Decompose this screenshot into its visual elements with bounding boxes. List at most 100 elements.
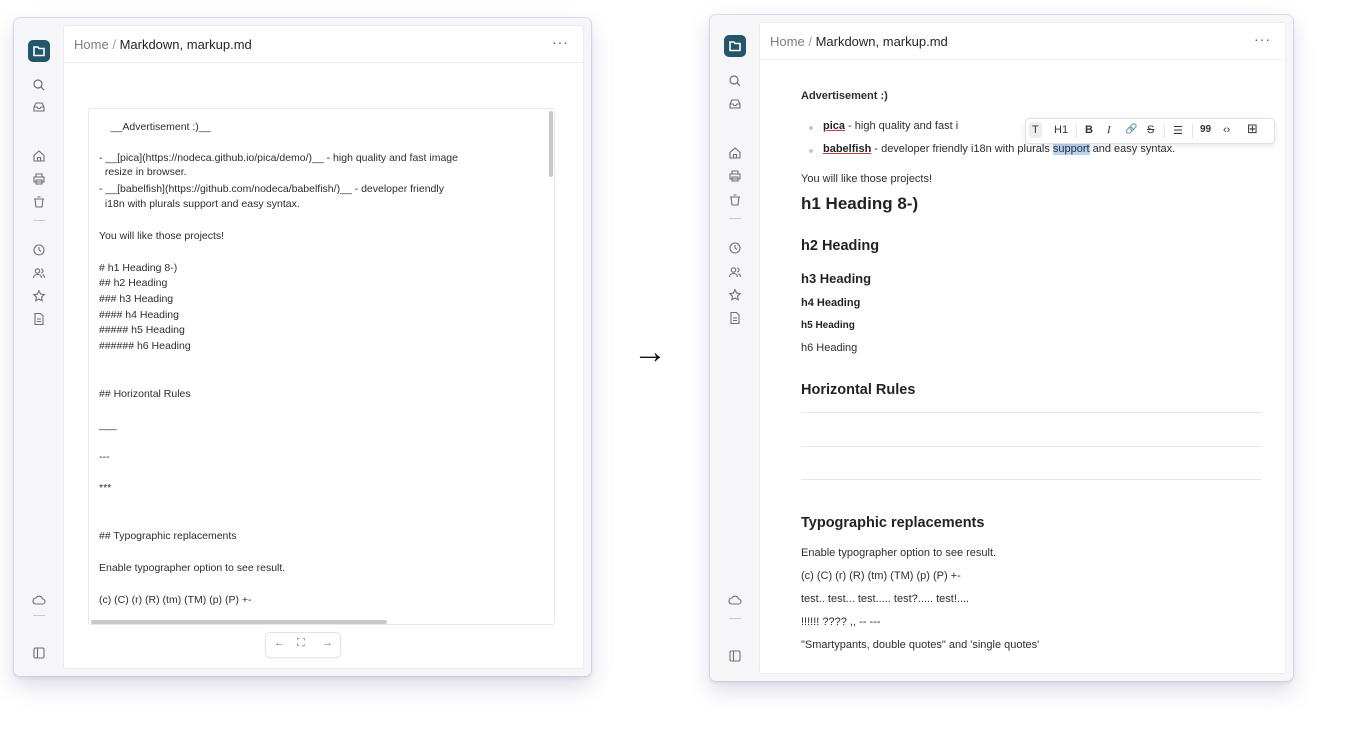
table-icon[interactable]: ⊞	[1247, 121, 1258, 137]
trash-icon[interactable]	[728, 193, 742, 207]
heading-h3: h3 Heading	[801, 271, 872, 286]
sidebar-divider	[729, 218, 741, 219]
list-item-pica: pica - high quality and fast i	[823, 120, 958, 132]
next-arrow-icon[interactable]: →	[322, 637, 333, 649]
source-line: # h1 Heading 8-)	[99, 262, 178, 274]
heading-typographic-replacements: Typographic replacements	[801, 515, 985, 531]
trash-icon[interactable]	[32, 195, 46, 209]
more-menu-icon[interactable]: ···	[552, 34, 569, 50]
toolbar-divider	[1164, 124, 1165, 138]
heading-h1: h1 Heading 8-)	[801, 194, 919, 213]
breadcrumb-home[interactable]: Home	[74, 37, 109, 52]
pica-description: - high quality and fast i	[845, 120, 959, 132]
advertisement-heading: Advertisement :)	[801, 90, 888, 102]
source-line: __Advertisement :)__	[99, 121, 211, 133]
babelfish-description: - developer friendly i18n with plurals	[871, 143, 1053, 155]
horizontal-scrollbar[interactable]	[91, 620, 387, 624]
bold-button[interactable]: B	[1085, 124, 1093, 136]
sidebar	[14, 18, 64, 676]
vertical-scrollbar[interactable]	[549, 111, 553, 177]
main-pane: Home / Markdown, markup.md ··· __Adverti…	[64, 26, 583, 668]
top-bar: Home / Markdown, markup.md ···	[760, 23, 1285, 60]
expand-icon[interactable]: ⛶	[297, 637, 305, 650]
selected-text: support	[1052, 143, 1090, 155]
document-icon[interactable]	[728, 311, 742, 325]
more-menu-icon[interactable]: ···	[1254, 31, 1271, 47]
top-bar: Home / Markdown, markup.md ···	[64, 26, 583, 63]
previous-arrow-icon[interactable]: ←	[274, 637, 285, 649]
inbox-icon[interactable]	[32, 100, 46, 114]
italic-button[interactable]: I	[1107, 124, 1111, 136]
list-bullet	[809, 149, 813, 153]
source-line: Enable typographer option to see result.	[99, 562, 286, 574]
heading-h2: h2 Heading	[801, 238, 880, 254]
paragraph: !!!!!! ???? ,, -- ---	[801, 616, 881, 628]
pager-controls: ← ⛶ →	[265, 632, 341, 658]
star-icon[interactable]	[728, 288, 742, 302]
inbox-icon[interactable]	[728, 97, 742, 111]
search-icon[interactable]	[32, 78, 46, 92]
search-icon[interactable]	[728, 74, 742, 88]
formatting-toolbar: T H1 B I 🔗 S ☰ 99 ‹› ⊞	[1025, 118, 1275, 144]
strikethrough-button[interactable]: S	[1147, 124, 1154, 136]
paragraph: You will like those projects!	[801, 173, 933, 185]
source-line: (c) (C) (r) (R) (tm) (TM) (p) (P) +-	[99, 594, 252, 606]
source-line: ##### h5 Heading	[99, 324, 185, 336]
heading-h5: h5 Heading	[801, 320, 855, 331]
app-logo[interactable]	[28, 40, 50, 62]
cloud-icon[interactable]	[32, 593, 46, 607]
source-line: i18n with plurals support and easy synta…	[99, 198, 300, 210]
print-icon[interactable]	[32, 172, 46, 186]
home-icon[interactable]	[32, 149, 46, 163]
markdown-source-editor[interactable]: __Advertisement :)__ - __[pica](https://…	[88, 108, 555, 625]
sidebar-divider-bottom	[729, 618, 741, 619]
transform-arrow-icon: →	[633, 333, 667, 371]
toolbar-divider	[1076, 124, 1077, 138]
print-icon[interactable]	[728, 169, 742, 183]
toolbar-divider	[1192, 124, 1193, 138]
list-item-babelfish: babelfish - developer friendly i18n with…	[823, 143, 1175, 155]
babelfish-link[interactable]: babelfish	[823, 143, 871, 155]
breadcrumb: Home / Markdown, markup.md	[74, 37, 252, 52]
pica-link[interactable]: pica	[823, 120, 845, 132]
source-line: You will like those projects!	[99, 230, 225, 242]
sidebar	[710, 15, 760, 681]
users-icon[interactable]	[32, 266, 46, 280]
sidebar-toggle-icon[interactable]	[32, 646, 46, 660]
sidebar-divider-bottom	[33, 615, 45, 616]
link-icon[interactable]: 🔗	[1125, 124, 1137, 135]
users-icon[interactable]	[728, 265, 742, 279]
star-icon[interactable]	[32, 289, 46, 303]
text-style-button[interactable]: T	[1029, 122, 1042, 138]
source-line: resize in browser.	[99, 166, 187, 178]
source-window: Home / Markdown, markup.md ··· __Adverti…	[14, 18, 591, 676]
source-line: ___	[99, 419, 117, 431]
horizontal-rule	[801, 412, 1261, 413]
sidebar-toggle-icon[interactable]	[728, 649, 742, 663]
source-line: #### h4 Heading	[99, 309, 179, 321]
heading-h6: h6 Heading	[801, 342, 858, 354]
source-line: ***	[99, 482, 112, 494]
paragraph: "Smartypants, double quotes" and 'single…	[801, 639, 1040, 651]
home-icon[interactable]	[728, 146, 742, 160]
heading-1-button[interactable]: H1	[1054, 124, 1068, 136]
app-logo[interactable]	[724, 35, 746, 57]
horizontal-rule	[801, 479, 1261, 480]
preview-window: Home / Markdown, markup.md ··· Advertise…	[710, 15, 1293, 681]
quote-icon[interactable]: 99	[1200, 124, 1211, 135]
cloud-icon[interactable]	[728, 593, 742, 607]
clock-icon[interactable]	[32, 243, 46, 257]
document-icon[interactable]	[32, 312, 46, 326]
clock-icon[interactable]	[728, 241, 742, 255]
source-line: ## h2 Heading	[99, 277, 168, 289]
breadcrumb-file[interactable]: Markdown, markup.md	[120, 37, 252, 52]
code-icon[interactable]: ‹›	[1223, 124, 1230, 136]
breadcrumb-home[interactable]: Home	[770, 34, 805, 49]
breadcrumb: Home / Markdown, markup.md	[770, 34, 948, 49]
sidebar-divider	[33, 220, 45, 221]
breadcrumb-separator: /	[808, 34, 812, 49]
bullet-list-icon[interactable]: ☰	[1173, 124, 1183, 137]
paragraph: test.. test... test..... test?..... test…	[801, 593, 970, 605]
breadcrumb-file[interactable]: Markdown, markup.md	[816, 34, 948, 49]
paragraph: (c) (C) (r) (R) (tm) (TM) (p) (P) +-	[801, 570, 961, 582]
